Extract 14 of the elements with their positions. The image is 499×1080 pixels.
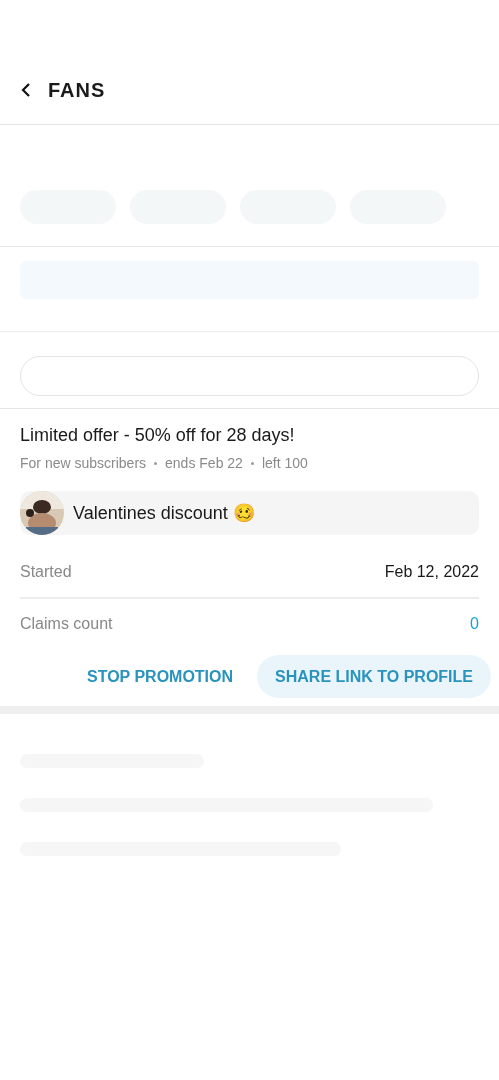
share-link-button[interactable]: SHARE LINK TO PROFILE: [257, 655, 491, 698]
separator-dot: [154, 461, 158, 465]
detail-value[interactable]: 0: [470, 615, 479, 633]
detail-value: Feb 12, 2022: [384, 563, 479, 581]
promotion-meta: ends Feb 22: [165, 455, 243, 471]
promotion-meta: left 100: [261, 455, 308, 471]
page-title: FANS: [48, 78, 106, 102]
stop-promotion-button[interactable]: STOP PROMOTION: [86, 655, 234, 698]
separator-dot: [250, 461, 254, 465]
promotion-title: Limited offer - 50% off for 28 days!: [20, 425, 296, 446]
detail-label: Claims count: [20, 615, 113, 633]
promotion-meta: For new subscribers: [20, 455, 147, 471]
promotion-message: Valentines discount 🥴: [20, 491, 479, 535]
detail-label: Started: [20, 563, 72, 581]
